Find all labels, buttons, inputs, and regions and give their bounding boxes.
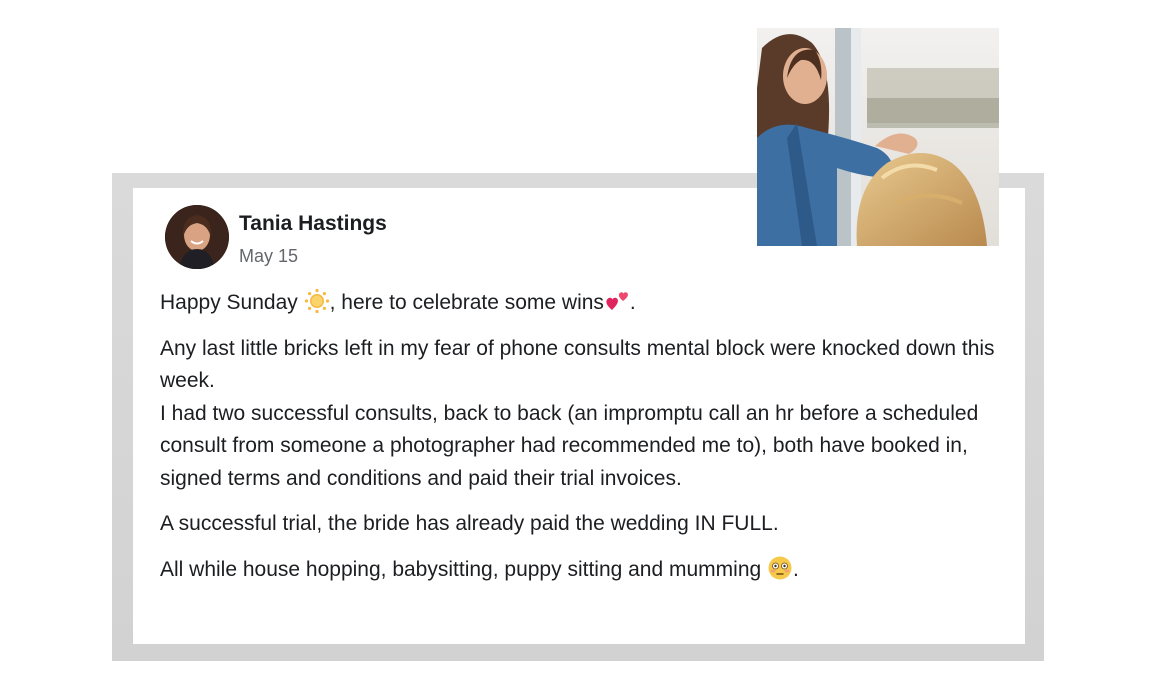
paragraph-trial: A successful trial, the bride has alread… [160, 512, 779, 535]
sun-emoji-icon [304, 288, 329, 314]
social-post-card: Tania Hastings May 15 Happy Sunday , her… [133, 188, 1025, 644]
greeting-text-b: , here to celebrate some wins [329, 291, 604, 314]
post-date[interactable]: May 15 [239, 246, 298, 267]
author-name[interactable]: Tania Hastings [239, 212, 387, 236]
greeting-text-a: Happy Sunday [160, 291, 304, 314]
flushed-face-emoji-icon [768, 556, 792, 579]
paragraph-greeting: Happy Sunday , here to celebrate some wi… [160, 287, 1010, 320]
hair-stylist-photo [757, 28, 999, 246]
two-hearts-emoji-icon [606, 292, 628, 310]
post-body: Happy Sunday , here to celebrate some wi… [160, 287, 1010, 599]
closing-text-b: . [793, 557, 799, 581]
greeting-text-c: . [629, 291, 636, 314]
author-avatar[interactable] [165, 205, 229, 269]
paragraph-text: I had two successful consults, back to b… [160, 401, 979, 490]
paragraph-phone-consults: Any last little bricks left in my fear o… [160, 333, 1010, 496]
paragraph-text: Any last little bricks left in my fear o… [160, 336, 995, 393]
paragraph-house-hopping: All while house hopping, babysitting, pu… [160, 554, 1010, 587]
closing-text-a: All while house hopping, babysitting, pu… [160, 557, 768, 581]
